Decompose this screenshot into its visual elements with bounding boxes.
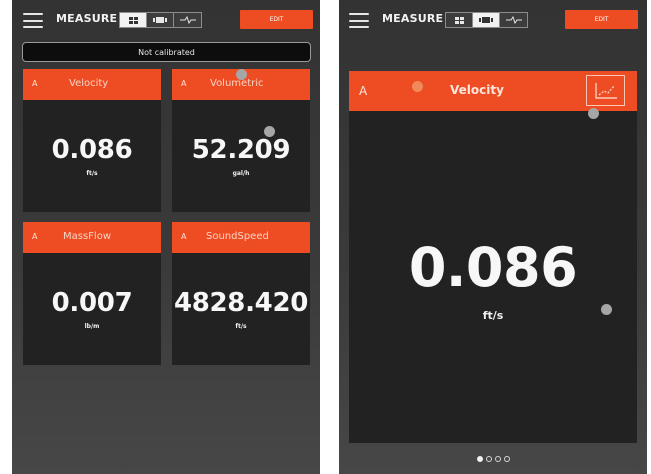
measure-grid-screen: MEASURE EDIT Not calibrated A Velocity 0… — [12, 0, 320, 474]
tile-name: MassFlow — [63, 231, 112, 242]
calibration-status: Not calibrated — [22, 42, 311, 62]
tile-unit: lb/m — [84, 323, 100, 330]
tile-unit: ft/s — [235, 323, 247, 330]
touch-indicator-dot — [264, 126, 275, 137]
page-dot[interactable] — [485, 456, 492, 462]
touch-indicator-dot — [601, 304, 612, 315]
trend-chart-icon — [594, 82, 617, 99]
waveform-view-icon — [505, 16, 522, 24]
tile-channel: A — [181, 232, 187, 241]
page-dot[interactable] — [494, 456, 501, 462]
grid-view-icon — [128, 16, 138, 24]
detail-unit: ft/s — [482, 309, 504, 322]
tile-header: A SoundSpeed — [172, 222, 310, 253]
tile-name: Velocity — [69, 78, 109, 89]
page-indicator — [339, 456, 647, 462]
tile-value: 0.007 — [51, 288, 133, 318]
hamburger-menu-icon[interactable] — [23, 13, 43, 28]
measurement-tile-velocity[interactable]: A Velocity 0.086 ft/s — [23, 69, 161, 212]
view-mode-switch — [119, 12, 202, 28]
grid-view-button[interactable] — [446, 13, 473, 27]
tile-value: 4828.420 — [173, 288, 309, 318]
tile-name: Volumetric — [210, 78, 264, 89]
measure-detail-screen: MEASURE EDIT A Velocity 0.086 ft/s — [339, 0, 647, 474]
touch-indicator-dot — [236, 69, 247, 80]
measurement-tile-volumetric[interactable]: A Volumetric 52.209 gal/h — [172, 69, 310, 212]
trend-chart-button[interactable] — [586, 75, 625, 106]
single-view-icon — [479, 17, 493, 23]
touch-indicator-dot — [588, 108, 599, 119]
edit-button[interactable]: EDIT — [565, 10, 638, 29]
tile-value: 52.209 — [191, 135, 291, 165]
tile-channel: A — [32, 79, 38, 88]
tile-value: 0.086 — [51, 135, 133, 165]
tile-channel: A — [181, 79, 187, 88]
tile-header: A MassFlow — [23, 222, 161, 253]
detail-value: 0.086 — [408, 236, 578, 299]
tile-unit: gal/h — [232, 170, 250, 177]
tile-channel: A — [32, 232, 38, 241]
single-view-button[interactable] — [147, 13, 174, 27]
app-title: MEASURE — [56, 12, 118, 25]
waveform-view-button[interactable] — [174, 13, 201, 27]
single-view-icon — [153, 17, 167, 23]
waveform-view-icon — [179, 16, 196, 24]
tile-unit: ft/s — [86, 170, 98, 177]
page-dot[interactable] — [476, 456, 483, 462]
waveform-view-button[interactable] — [500, 13, 527, 27]
detail-channel: A — [359, 84, 368, 98]
hamburger-menu-icon[interactable] — [349, 13, 369, 28]
view-mode-switch — [445, 12, 528, 28]
grid-view-icon — [454, 16, 464, 24]
measurement-tile-massflow[interactable]: A MassFlow 0.007 lb/m — [23, 222, 161, 365]
detail-header: A Velocity — [349, 71, 637, 111]
tile-header: A Velocity — [23, 69, 161, 100]
detail-name: Velocity — [450, 83, 504, 97]
page-dot[interactable] — [503, 456, 510, 462]
measurement-detail-panel: A Velocity 0.086 ft/s — [349, 71, 637, 443]
edit-button[interactable]: EDIT — [240, 10, 313, 29]
grid-view-button[interactable] — [120, 13, 147, 27]
touch-indicator-dot — [412, 81, 423, 92]
app-title: MEASURE — [382, 12, 444, 25]
single-view-button[interactable] — [473, 13, 500, 27]
measurement-tile-soundspeed[interactable]: A SoundSpeed 4828.420 ft/s — [172, 222, 310, 365]
tile-name: SoundSpeed — [206, 231, 269, 242]
